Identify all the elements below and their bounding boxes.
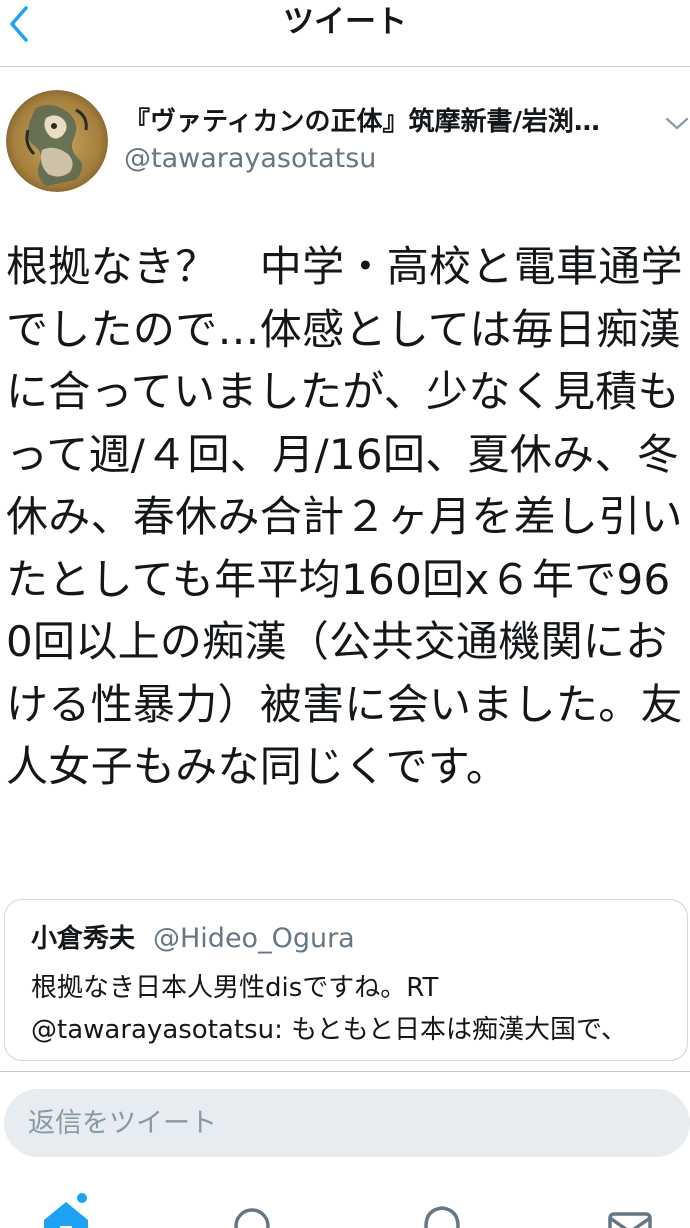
tab-messages[interactable]	[600, 1190, 660, 1228]
quoted-tweet-text: 根拠なき日本人男性disですね。RT @tawarayasotatsu: もとも…	[31, 973, 628, 1045]
tab-search[interactable]	[222, 1190, 282, 1228]
quoted-tweet-card[interactable]: 小倉秀夫 @Hideo_Ogura 根拠なき日本人男性disですね。RT @ta…	[4, 899, 688, 1061]
more-options-button[interactable]	[664, 112, 690, 136]
search-icon	[234, 1208, 270, 1228]
page-title: ツイート	[283, 4, 407, 40]
quoted-author-handle: @Hideo_Ogura	[153, 923, 355, 954]
tab-bar	[0, 1180, 690, 1228]
notifications-icon	[424, 1206, 460, 1228]
quoted-author-name: 小倉秀夫	[31, 924, 136, 954]
tweet-text: 根拠なき？ 中学・高校と電車通学でしたので…体感としては毎日痴漢に合っていました…	[6, 242, 683, 791]
reply-input[interactable]	[4, 1089, 690, 1157]
tweet-detail-screen: ツイート 『ヴァティカンの正体』筑摩新書/岩渕… @tawarayasotats…	[0, 0, 690, 1228]
avatar[interactable]	[6, 90, 108, 192]
tab-home[interactable]	[36, 1190, 96, 1228]
author-name[interactable]: 『ヴァティカンの正体』筑摩新書/岩渕…	[124, 104, 644, 140]
tab-notifications[interactable]	[412, 1190, 472, 1228]
divider	[0, 1071, 690, 1072]
chevron-down-icon	[665, 117, 689, 130]
author-handle[interactable]: @tawarayasotatsu	[124, 141, 376, 177]
nav-header: ツイート	[0, 0, 690, 67]
home-icon	[44, 1191, 89, 1228]
messages-icon	[608, 1212, 652, 1228]
